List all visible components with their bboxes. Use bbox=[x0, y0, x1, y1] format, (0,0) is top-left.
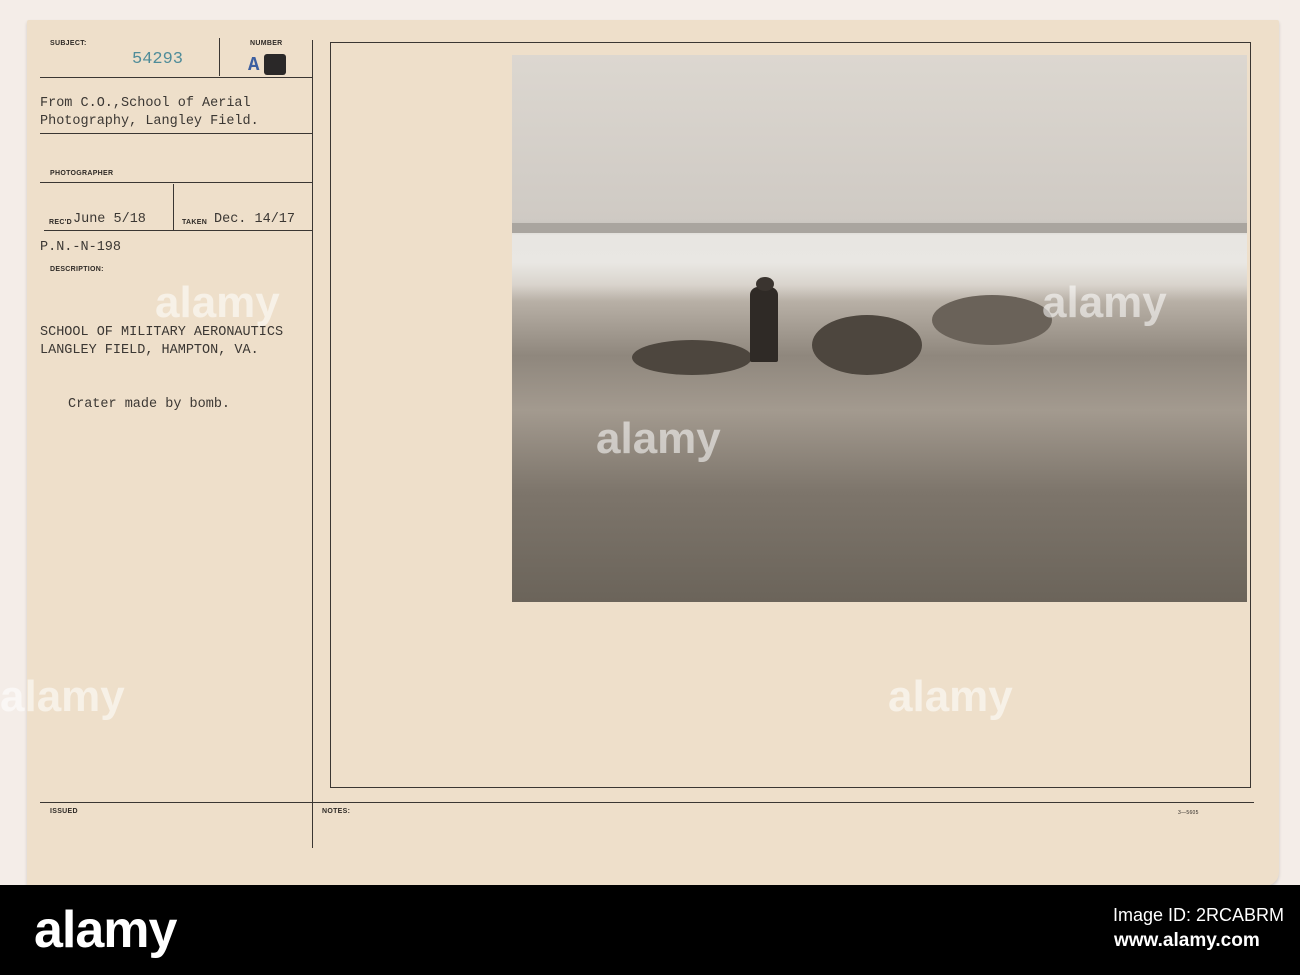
description-line-2: LANGLEY FIELD, HAMPTON, VA. bbox=[40, 343, 259, 358]
crater-shadow bbox=[632, 340, 752, 375]
divider bbox=[40, 802, 1254, 803]
frame bbox=[330, 42, 1250, 43]
divider bbox=[40, 77, 312, 78]
divider bbox=[219, 38, 220, 76]
number-value: A bbox=[248, 54, 260, 76]
pn-number: P.N.-N-198 bbox=[40, 240, 122, 255]
horizon-treeline bbox=[512, 223, 1247, 233]
recd-label: REC'D bbox=[49, 219, 72, 226]
image-id: Image ID: 2RCABRM bbox=[1113, 905, 1285, 925]
photographer-label: PHOTOGRAPHER bbox=[50, 170, 114, 177]
subject-number: 54293 bbox=[132, 50, 184, 69]
subject-label: SUBJECT: bbox=[50, 40, 87, 47]
divider bbox=[173, 184, 174, 230]
man-figure bbox=[750, 287, 778, 362]
man-hat bbox=[756, 277, 774, 291]
notes-label: NOTES: bbox=[322, 808, 351, 815]
divider bbox=[312, 40, 313, 848]
watermark: alamy bbox=[888, 672, 1013, 721]
divider bbox=[40, 182, 312, 183]
form-number: 3—5605 bbox=[1178, 810, 1199, 816]
divider bbox=[44, 230, 312, 231]
watermark: alamy bbox=[0, 672, 125, 721]
crater-photograph bbox=[512, 55, 1247, 602]
footer-bar bbox=[0, 885, 1300, 975]
divider bbox=[40, 133, 312, 134]
from-line-1: From C.O.,School of Aerial bbox=[40, 96, 251, 111]
watermark: alamy bbox=[596, 414, 721, 463]
taken-value: Dec. 14/17 bbox=[214, 212, 296, 227]
frame bbox=[330, 787, 1250, 788]
from-line-2: Photography, Langley Field. bbox=[40, 114, 259, 129]
frame bbox=[1250, 42, 1251, 788]
recd-value: June 5/18 bbox=[73, 212, 146, 227]
crater-shadow bbox=[932, 295, 1052, 345]
issued-label: ISSUED bbox=[50, 808, 78, 815]
alamy-logo: alamy bbox=[34, 901, 177, 959]
watermark: alamy bbox=[155, 278, 280, 327]
ink-blot bbox=[264, 54, 286, 75]
description-label: DESCRIPTION: bbox=[50, 266, 104, 273]
number-label: NUMBER bbox=[250, 40, 283, 47]
description-line-3: Crater made by bomb. bbox=[68, 397, 231, 412]
taken-label: TAKEN bbox=[182, 219, 208, 226]
frame bbox=[330, 42, 331, 788]
site-url[interactable]: www.alamy.com bbox=[1114, 930, 1260, 952]
watermark: alamy bbox=[1042, 278, 1167, 327]
crater-shadow bbox=[812, 315, 922, 375]
